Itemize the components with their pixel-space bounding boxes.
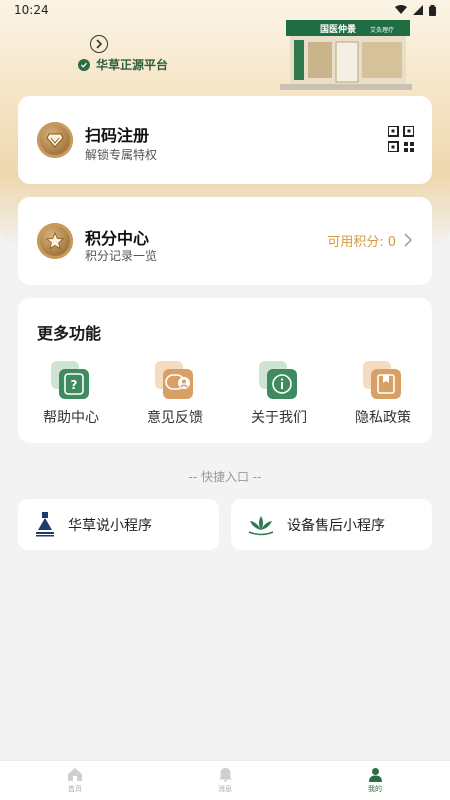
scan-card-subtitle: 解锁专属特权 bbox=[85, 148, 158, 162]
star-badge-icon bbox=[37, 223, 73, 259]
feedback-item[interactable]: 意见反馈 bbox=[135, 361, 215, 427]
privacy-icon bbox=[363, 361, 403, 401]
about-us-label: 关于我们 bbox=[251, 410, 307, 426]
available-points-label: 可用积分: bbox=[327, 235, 384, 250]
available-points: 可用积分: 0 bbox=[327, 231, 396, 250]
platform-label: 华草正源平台 bbox=[96, 58, 169, 72]
bottom-tab-bar: 首页 消息 我的 bbox=[0, 760, 450, 800]
store-sign: 国医仲景 bbox=[320, 23, 356, 35]
signal-icon bbox=[413, 5, 423, 15]
home-icon bbox=[68, 768, 82, 781]
points-card-title: 积分中心 bbox=[85, 229, 150, 248]
help-center-item[interactable]: ? 帮助中心 bbox=[31, 361, 111, 427]
store-sub: 艾灸理疗 bbox=[370, 26, 394, 34]
after-sales-miniprogram-label: 设备售后小程序 bbox=[287, 517, 385, 534]
points-center-card[interactable]: 积分中心 积分记录一览 可用积分: 0 bbox=[18, 197, 432, 285]
feedback-icon bbox=[155, 361, 195, 401]
diamond-badge-icon bbox=[37, 122, 73, 158]
status-time: 10:24 bbox=[14, 3, 49, 17]
wifi-icon bbox=[395, 5, 407, 14]
after-sales-miniprogram-button[interactable]: 设备售后小程序 bbox=[231, 499, 432, 550]
scan-card-title: 扫码注册 bbox=[85, 126, 150, 145]
tab-home[interactable]: 首页 bbox=[35, 761, 115, 800]
tab-messages-label: 消息 bbox=[218, 785, 232, 793]
user-icon bbox=[368, 768, 382, 782]
qr-code-icon[interactable] bbox=[388, 126, 414, 152]
store-illustration: 国医仲景 艾灸理疗 bbox=[280, 20, 412, 90]
bell-icon bbox=[218, 768, 232, 782]
status-bar: 10:24 bbox=[0, 0, 450, 20]
tab-mine[interactable]: 我的 bbox=[335, 761, 415, 800]
chevron-right-icon bbox=[96, 39, 103, 49]
lotus-icon bbox=[248, 515, 274, 535]
battery-icon bbox=[429, 4, 436, 16]
tab-mine-label: 我的 bbox=[368, 785, 382, 793]
platform-label-row[interactable]: 华草正源平台 bbox=[78, 56, 168, 73]
help-icon: ? bbox=[51, 361, 91, 401]
privacy-policy-item[interactable]: 隐私政策 bbox=[343, 361, 423, 427]
verified-icon bbox=[78, 58, 90, 71]
help-center-label: 帮助中心 bbox=[43, 410, 99, 426]
privacy-policy-label: 隐私政策 bbox=[355, 410, 411, 426]
points-card-subtitle: 积分记录一览 bbox=[85, 249, 158, 263]
status-icons bbox=[395, 4, 436, 16]
chevron-right-icon[interactable] bbox=[404, 233, 412, 247]
huacao-miniprogram-button[interactable]: 华草说小程序 bbox=[18, 499, 219, 550]
huacao-miniprogram-label: 华草说小程序 bbox=[68, 517, 152, 534]
platform-arrow-button[interactable] bbox=[90, 35, 108, 53]
shortcuts-divider-label: -- 快捷入口 -- bbox=[188, 470, 262, 484]
more-functions-title: 更多功能 bbox=[37, 324, 102, 343]
available-points-value: 0 bbox=[387, 235, 396, 250]
tab-messages[interactable]: 消息 bbox=[185, 761, 265, 800]
about-us-item[interactable]: 关于我们 bbox=[239, 361, 319, 427]
tab-home-label: 首页 bbox=[68, 785, 82, 793]
svg-text:?: ? bbox=[71, 378, 78, 392]
scan-register-card[interactable]: 扫码注册 解锁专属特权 bbox=[18, 96, 432, 184]
about-icon bbox=[259, 361, 299, 401]
feedback-label: 意见反馈 bbox=[147, 410, 203, 426]
huacao-logo-icon bbox=[36, 511, 54, 536]
more-functions-card: 更多功能 ? 帮助中心 意见反馈 关于我们 隐私政策 bbox=[18, 298, 432, 443]
